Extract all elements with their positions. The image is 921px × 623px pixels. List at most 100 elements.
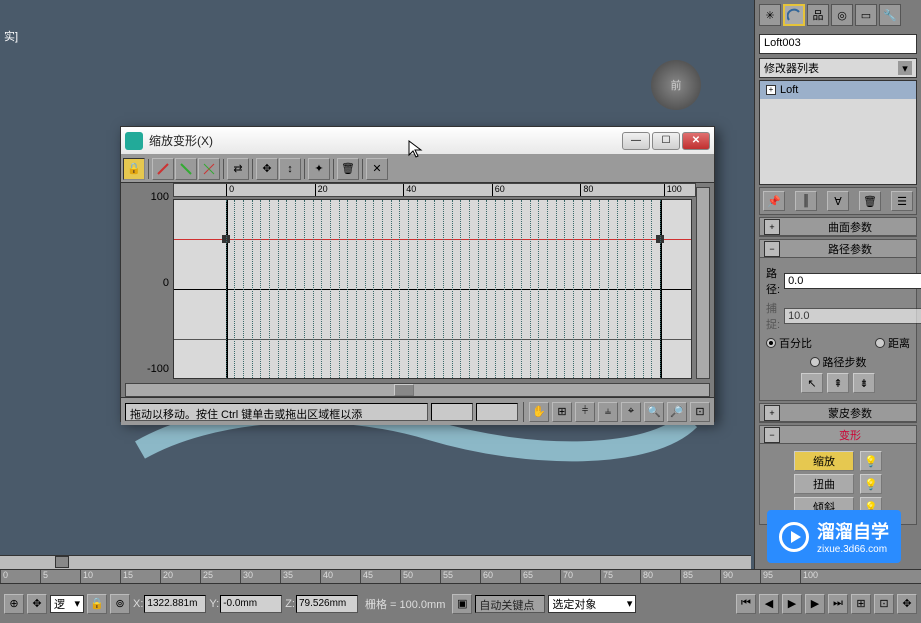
show-end-result-button[interactable]: ║	[795, 191, 817, 211]
point-x-field[interactable]	[431, 403, 473, 421]
display-xy-axes-button[interactable]	[198, 158, 220, 180]
pan-icon[interactable]: ✋	[529, 402, 549, 422]
scale-toggle-button[interactable]: 💡	[860, 451, 882, 471]
display-x-axis-button[interactable]	[152, 158, 174, 180]
time-slider-thumb[interactable]	[55, 556, 69, 568]
dialog-statusbar: 拖动以移动。按住 Ctrl 键单击或拖出区域框以添 ✋ ⊞ ⫩ ⫨ ⌖ 🔍 🔎 …	[121, 397, 714, 425]
modifier-item-loft[interactable]: + Loft	[760, 81, 916, 99]
key-filter-combo[interactable]: 选定对象▾	[548, 595, 636, 613]
rollout-title: 蒙皮参数	[784, 405, 916, 421]
zoom-vert-extents-icon[interactable]: ⫨	[598, 402, 618, 422]
twist-toggle-button[interactable]: 💡	[860, 474, 882, 494]
graph-horizontal-scrollbar[interactable]	[125, 383, 710, 397]
distance-radio[interactable]: 距离	[875, 335, 910, 351]
coord-z-input[interactable]	[296, 595, 358, 613]
scale-deformation-dialog: 缩放变形(X) — ☐ ✕ 🔒 ⇄ ✥ ↕ ✦ 🗑 ✕ 0 20 40 60 8…	[120, 126, 715, 422]
create-tab[interactable]: ✳	[759, 4, 781, 26]
modifier-item-label: Loft	[780, 84, 798, 96]
motion-tab[interactable]: ◎	[831, 4, 853, 26]
grid-size-label: 栅格 = 100.0mm	[361, 596, 449, 612]
goto-end-button[interactable]: ⏭	[828, 594, 848, 614]
rollout-toggle[interactable]: +	[764, 219, 780, 235]
minimize-button[interactable]: —	[622, 132, 650, 150]
configure-sets-button[interactable]: ☰	[891, 191, 913, 211]
swap-deform-button[interactable]: ⇄	[227, 158, 249, 180]
zoom-icon[interactable]: 🔍	[644, 402, 664, 422]
utilities-tab[interactable]: 🔧	[879, 4, 901, 26]
next-shape-button[interactable]: ⇟	[853, 373, 875, 393]
coord-x-input[interactable]	[144, 595, 206, 613]
autokey-button[interactable]: 自动关键点	[475, 595, 545, 613]
pick-shape-button[interactable]: ↖	[801, 373, 823, 393]
play-icon	[779, 522, 809, 552]
next-frame-button[interactable]: ▶	[805, 594, 825, 614]
selection-combo[interactable]: 逻▾	[50, 595, 84, 613]
insert-corner-point-button[interactable]: ✦	[308, 158, 330, 180]
lock-button[interactable]: 🔒	[87, 594, 107, 614]
modifier-list-dropdown[interactable]: 修改器列表 ▾	[759, 58, 917, 78]
watermark: 溜溜自学 zixue.3d66.com	[767, 510, 901, 563]
rollout-toggle[interactable]: −	[764, 427, 780, 443]
remove-modifier-button[interactable]: 🗑	[859, 191, 881, 211]
rollout-path-params: − 路径参数 路径: ▴▾ 捕捉: ▴▾ 启用 百分比	[759, 239, 917, 401]
zoom-region-icon[interactable]: ⌖	[621, 402, 641, 422]
close-button[interactable]: ✕	[682, 132, 710, 150]
rollout-skin-params: + 蒙皮参数	[759, 403, 917, 423]
hierarchy-tab[interactable]: 品	[807, 4, 829, 26]
coord-z: Z:	[285, 595, 358, 613]
modifier-stack[interactable]: + Loft	[759, 80, 917, 185]
make-symmetrical-button[interactable]: 🔒	[123, 158, 145, 180]
modifier-list-label: 修改器列表	[764, 60, 819, 76]
rollout-toggle[interactable]: −	[764, 241, 780, 257]
status-bar: ⊕ ✥ 逻▾ 🔒 ⊚ X: Y: Z: 栅格 = 100.0mm ▣ 自动关键点…	[0, 583, 921, 623]
watermark-brand: 溜溜自学	[817, 518, 889, 544]
tool-button[interactable]: ⊕	[4, 594, 24, 614]
object-name-field[interactable]: Loft003	[759, 34, 917, 54]
reset-zoom-icon[interactable]: ⊡	[690, 402, 710, 422]
scale-control-point-button[interactable]: ↕	[279, 158, 301, 180]
display-y-axis-button[interactable]	[175, 158, 197, 180]
zoom-horiz-extents-icon[interactable]: ⫩	[575, 402, 595, 422]
play-button[interactable]: ▶	[782, 594, 802, 614]
app-icon	[125, 132, 143, 150]
pin-stack-button[interactable]: 📌	[763, 191, 785, 211]
path-steps-radio[interactable]: 路径步数	[810, 354, 867, 370]
move-control-point-button[interactable]: ✥	[256, 158, 278, 180]
viewport-nav-button[interactable]: ⊡	[874, 594, 894, 614]
path-spinner[interactable]: ▴▾	[784, 273, 921, 289]
status-message: 拖动以移动。按住 Ctrl 键单击或拖出区域框以添	[125, 403, 428, 421]
prev-shape-button[interactable]: ⇞	[827, 373, 849, 393]
time-ruler[interactable]: 0510152025303540455055606570758085909510…	[0, 569, 921, 583]
viewport-label: 实]	[4, 28, 18, 44]
reset-curve-button[interactable]: ✕	[366, 158, 388, 180]
snap-spinner[interactable]: ▴▾	[784, 308, 921, 324]
display-tab[interactable]: ▭	[855, 4, 877, 26]
rollout-toggle[interactable]: +	[764, 405, 780, 421]
point-y-field[interactable]	[476, 403, 518, 421]
prev-frame-button[interactable]: ◀	[759, 594, 779, 614]
isolate-button[interactable]: ▣	[452, 594, 472, 614]
zoom-extents-icon[interactable]: ⊞	[552, 402, 572, 422]
maximize-button[interactable]: ☐	[652, 132, 680, 150]
zoom-fit-icon[interactable]: 🔎	[667, 402, 687, 422]
scale-deform-button[interactable]: 缩放	[794, 451, 854, 471]
modify-tab[interactable]	[783, 4, 805, 26]
viewport-nav-button[interactable]: ✥	[897, 594, 917, 614]
goto-start-button[interactable]: ⏮	[736, 594, 756, 614]
time-slider[interactable]	[0, 555, 751, 569]
viewcube[interactable]: 前	[651, 60, 701, 110]
viewport-nav-button[interactable]: ⊞	[851, 594, 871, 614]
twist-deform-button[interactable]: 扭曲	[794, 474, 854, 494]
dialog-toolbar: 🔒 ⇄ ✥ ↕ ✦ 🗑 ✕	[121, 155, 714, 183]
tool-button[interactable]: ✥	[27, 594, 47, 614]
percent-radio[interactable]: 百分比	[766, 335, 812, 351]
graph-vertical-scrollbar[interactable]	[696, 187, 710, 379]
deformation-graph[interactable]	[173, 199, 692, 379]
delete-point-button[interactable]: 🗑	[337, 158, 359, 180]
make-unique-button[interactable]: ∀	[827, 191, 849, 211]
watermark-url: zixue.3d66.com	[817, 544, 889, 555]
snap-button[interactable]: ⊚	[110, 594, 130, 614]
dialog-titlebar[interactable]: 缩放变形(X) — ☐ ✕	[121, 127, 714, 155]
coord-y-input[interactable]	[220, 595, 282, 613]
expand-icon[interactable]: +	[766, 85, 776, 95]
